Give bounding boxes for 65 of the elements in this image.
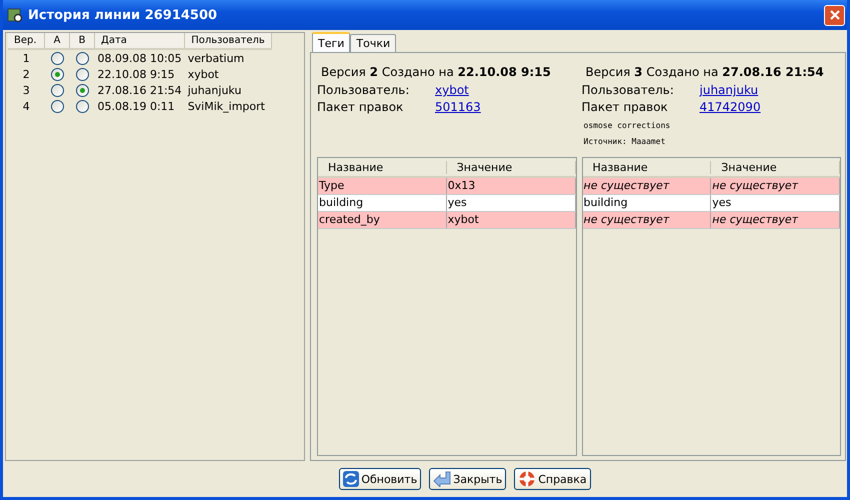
map-icon xyxy=(7,7,23,23)
dialog-button[interactable]: Справка xyxy=(514,468,591,490)
version-heading: Версия 2 Создано на 22.10.08 9:15 xyxy=(320,64,552,81)
column-header[interactable]: Название xyxy=(582,160,712,174)
user-label: Пользователь: xyxy=(317,83,410,99)
column-header[interactable]: Значение xyxy=(446,160,576,174)
changeset-label: Пакет правок xyxy=(317,100,404,116)
date-cell: 08.09.08 10:05 xyxy=(94,49,185,66)
column-header[interactable]: B xyxy=(70,33,94,49)
date-cell-text: 22.10.08 9:15 xyxy=(96,66,176,82)
table-cell: building xyxy=(318,195,447,211)
version-cell-text: 3 xyxy=(22,82,31,98)
radio-button[interactable] xyxy=(50,100,64,113)
close-icon xyxy=(828,9,840,21)
date-cell-text: 05.08.19 0:11 xyxy=(96,98,176,114)
table-cell: не существует xyxy=(582,212,712,228)
user-cell-text: SviMik_import xyxy=(186,98,266,114)
column-header[interactable]: Значение xyxy=(711,160,840,174)
radio-button[interactable] xyxy=(50,52,64,65)
radio-button[interactable] xyxy=(50,68,64,81)
table-cell: не существует xyxy=(711,212,840,228)
close-button[interactable] xyxy=(824,4,845,26)
tab[interactable]: Теги xyxy=(312,32,350,52)
version-cell: 1 xyxy=(8,49,44,66)
radio-button[interactable] xyxy=(76,84,88,97)
table-cell: created_by xyxy=(318,212,447,228)
table-cell: не существует xyxy=(711,178,840,194)
radio-button[interactable] xyxy=(50,84,64,97)
version-cell-text: 4 xyxy=(22,98,31,114)
radio-button[interactable] xyxy=(76,52,88,65)
changeset-link[interactable]: 501163 xyxy=(435,100,481,117)
back-arrow-icon xyxy=(433,471,452,487)
date-cell-text: 27.08.16 21:54 xyxy=(96,82,183,98)
version-cell-text: 2 xyxy=(22,66,31,82)
table-cell: building xyxy=(582,195,712,211)
column-header[interactable]: A xyxy=(44,33,70,49)
tab[interactable]: Точки xyxy=(350,34,396,52)
radio-button[interactable] xyxy=(76,68,88,81)
lifebuoy-icon xyxy=(518,470,536,488)
refresh-icon xyxy=(343,471,360,487)
user-cell-text: juhanjuku xyxy=(186,82,242,98)
column-header[interactable]: Пользователь xyxy=(184,33,272,49)
column-header[interactable]: Вер. xyxy=(8,33,44,49)
user-cell-text: xybot xyxy=(186,66,220,82)
table-cell: не существует xyxy=(582,178,712,194)
user-label: Пользователь: xyxy=(582,83,675,99)
changeset-label: Пакет правок xyxy=(582,100,669,116)
user-link[interactable]: xybot xyxy=(435,83,469,100)
comment-text: osmose corrections xyxy=(582,120,672,132)
comment-text: Источник: Maaamet xyxy=(582,136,666,148)
table-cell: xybot xyxy=(446,212,576,228)
table-cell: yes xyxy=(711,195,840,211)
user-link[interactable]: juhanjuku xyxy=(700,83,758,100)
dialog-button[interactable]: Закрыть xyxy=(429,468,506,490)
column-header[interactable]: Название xyxy=(318,160,447,174)
radio-button[interactable] xyxy=(76,100,88,113)
user-cell: verbatium xyxy=(184,49,272,66)
table-cell: yes xyxy=(446,195,576,211)
changeset-link[interactable]: 41742090 xyxy=(700,100,761,117)
table-cell: Type xyxy=(318,178,447,194)
window-title: История линии 26914500 xyxy=(28,8,218,22)
column-header[interactable]: Дата xyxy=(94,33,185,49)
table-cell: 0x13 xyxy=(446,178,576,194)
version-heading: Версия 3 Создано на 27.08.16 21:54 xyxy=(584,64,825,81)
dialog-button[interactable]: Обновить xyxy=(339,468,422,490)
